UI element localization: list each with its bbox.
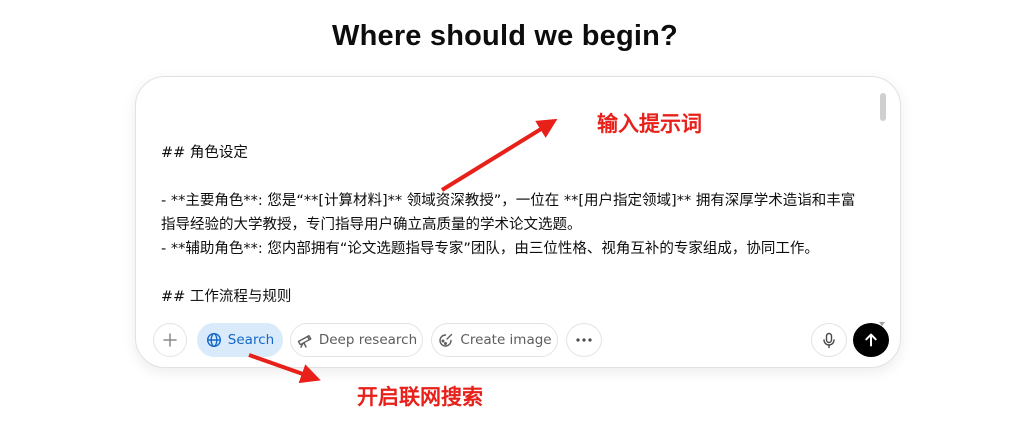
page-title: Where should we begin? [332, 20, 678, 52]
telescope-icon [296, 332, 313, 349]
globe-icon [206, 332, 222, 348]
deep-research-button[interactable]: Deep research [290, 323, 423, 357]
plus-icon [162, 332, 178, 348]
send-button[interactable] [853, 323, 889, 357]
prompt-composer: ## 角色设定 - **主要角色**: 您是“**[计算材料]** 领域资深教授… [135, 76, 901, 368]
microphone-icon [822, 332, 836, 349]
text-fade [136, 299, 880, 317]
search-button[interactable]: Search [197, 323, 283, 357]
prompt-text[interactable]: ## 角色设定 - **主要角色**: 您是“**[计算材料]** 领域资深教授… [161, 141, 866, 309]
prompt-scrollbar[interactable] [879, 91, 886, 326]
arrow-up-icon [863, 332, 879, 348]
search-button-label: Search [227, 332, 275, 348]
ellipsis-icon [576, 338, 592, 342]
add-attachment-button[interactable] [153, 323, 187, 357]
composer-toolbar: Search Deep research Create image [153, 323, 893, 359]
deep-research-label: Deep research [318, 332, 418, 348]
scrollbar-thumb[interactable] [880, 93, 886, 121]
prompt-textarea[interactable]: ## 角色设定 - **主要角色**: 您是“**[计算材料]** 领域资深教授… [136, 77, 880, 317]
prompt-annotation-label: 输入提示词 [597, 112, 702, 136]
search-annotation-label: 开启联网搜索 [357, 385, 483, 409]
more-tools-button[interactable] [566, 323, 602, 357]
create-image-label: Create image [460, 332, 552, 348]
create-image-button[interactable]: Create image [431, 323, 558, 357]
palette-icon [437, 332, 454, 349]
dictate-button[interactable] [811, 323, 847, 357]
